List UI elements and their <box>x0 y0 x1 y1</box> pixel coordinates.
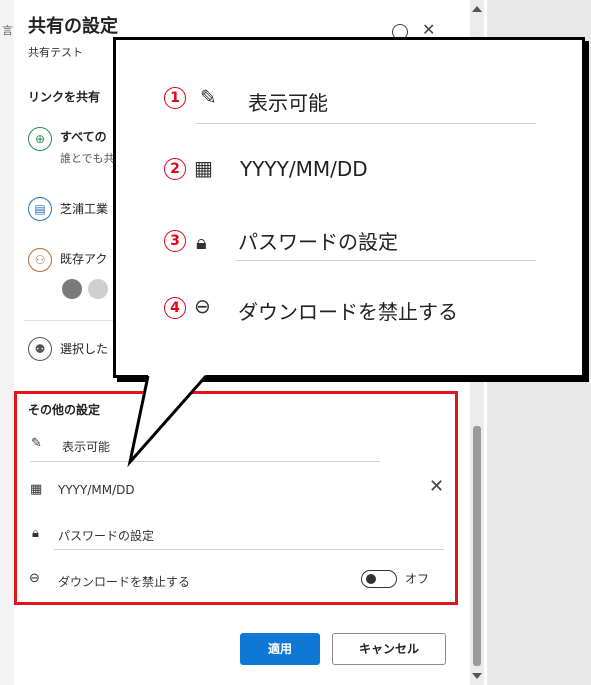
background-window-left: 言 <box>0 0 15 685</box>
callout-label: 表示可能 <box>248 91 328 115</box>
other-settings-highlight <box>14 391 458 605</box>
callout-label: ダウンロードを禁止する <box>238 300 458 324</box>
background-text: 言 <box>2 24 13 37</box>
people-icon: ⚇ <box>28 248 52 272</box>
divider <box>196 123 536 124</box>
option-specific-label[interactable]: 選択した <box>60 340 108 357</box>
scroll-up-icon[interactable] <box>472 6 482 12</box>
globe-icon: ⊕ <box>28 127 52 151</box>
apply-button[interactable]: 適用 <box>240 633 320 665</box>
avatar <box>62 279 82 299</box>
callout-label: YYYY/MM/DD <box>240 157 368 181</box>
number-badge: 1 <box>164 87 186 109</box>
scroll-thumb[interactable] <box>473 426 481 666</box>
lock-icon: 🔒︎ <box>196 230 207 254</box>
minus-circle-icon: ⊖ <box>194 294 211 318</box>
callout-box: 1 ✎ 表示可能 2 ▦ YYYY/MM/DD 3 🔒︎ パスワードの設定 4 … <box>113 37 585 378</box>
panel-title: 共有の設定 <box>28 16 118 37</box>
avatar <box>88 279 108 299</box>
person-add-icon: ⚉ <box>28 337 52 361</box>
option-org-label[interactable]: 芝浦工業 <box>60 200 108 217</box>
divider <box>236 260 536 261</box>
org-icon: ▤ <box>28 197 52 221</box>
pencil-off-icon: ✎ <box>200 85 217 109</box>
callout-label: パスワードの設定 <box>238 230 398 254</box>
option-existing-label[interactable]: 既存アク <box>60 250 107 267</box>
panel-subtitle: 共有テスト <box>28 46 83 59</box>
scroll-down-icon[interactable] <box>472 673 482 679</box>
option-anyone-sub: 誰とでも共 <box>60 152 115 165</box>
option-anyone-label[interactable]: すべての <box>60 128 107 145</box>
cancel-button[interactable]: キャンセル <box>332 633 446 665</box>
calendar-icon: ▦ <box>194 156 213 180</box>
number-badge: 2 <box>164 158 186 180</box>
link-section-label: リンクを共有 <box>28 90 101 104</box>
number-badge: 3 <box>164 230 186 252</box>
number-badge: 4 <box>164 297 186 319</box>
